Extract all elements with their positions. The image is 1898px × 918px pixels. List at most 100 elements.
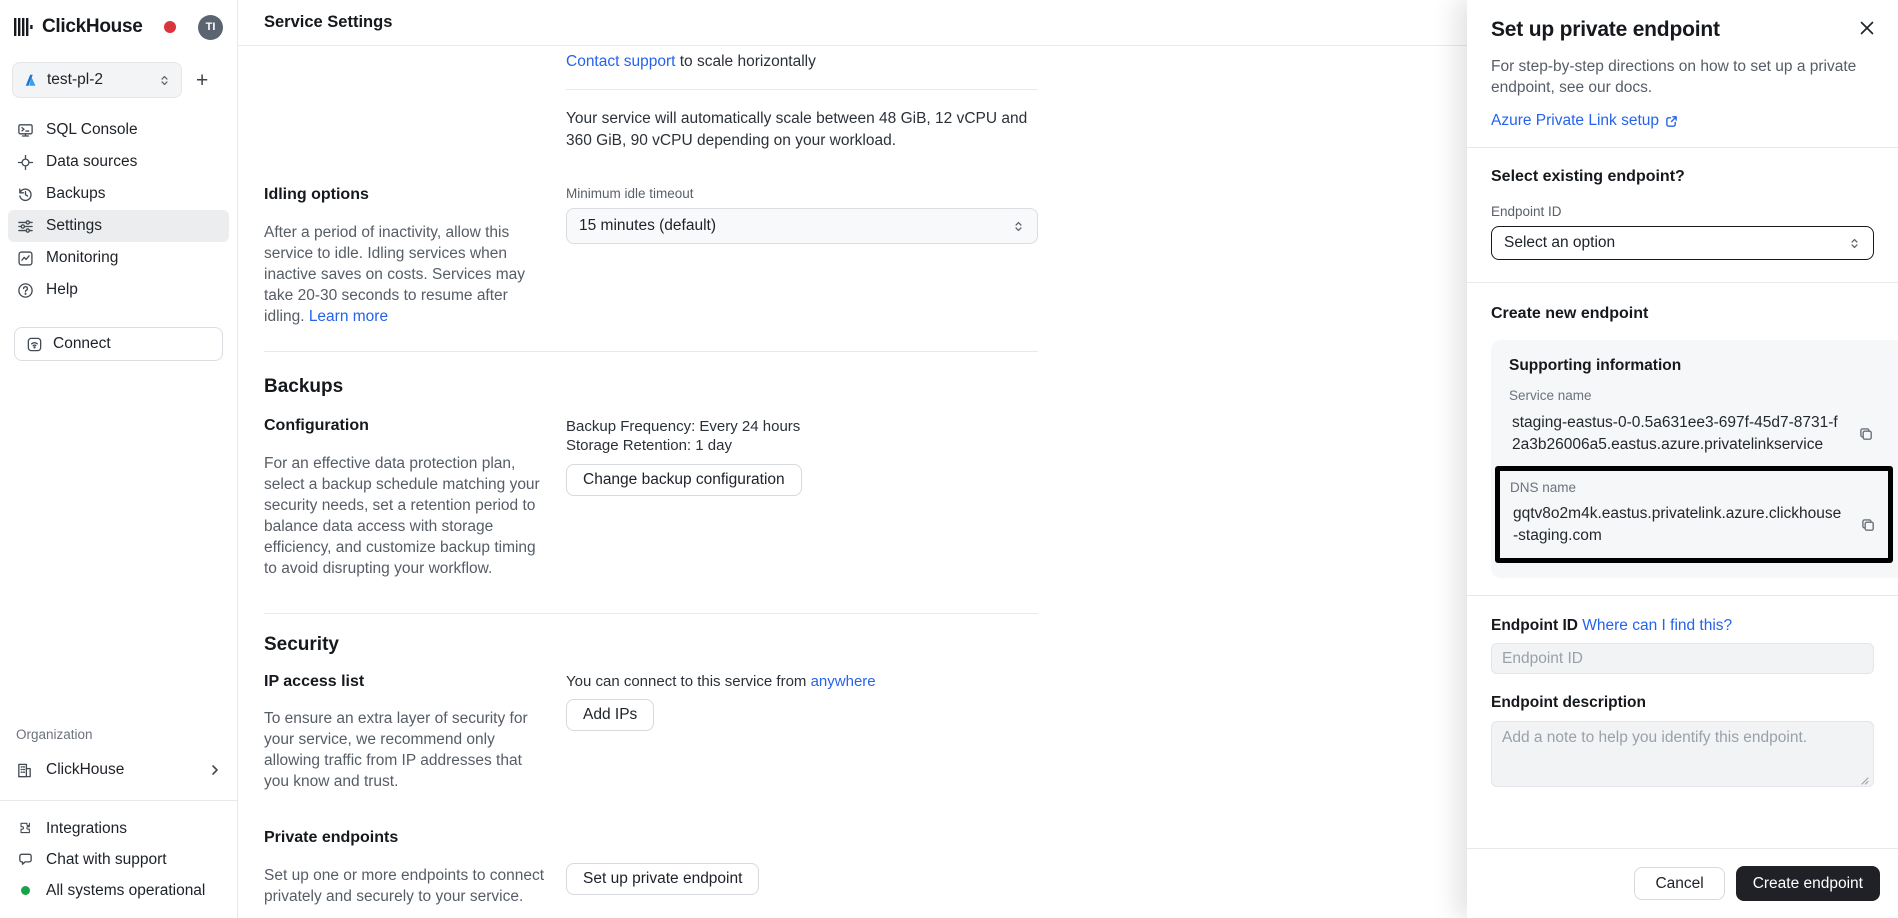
service-name-label: Service name: [1509, 388, 1880, 403]
supporting-information-box: Supporting information Service name stag…: [1491, 340, 1898, 578]
cancel-button[interactable]: Cancel: [1634, 867, 1724, 900]
integrations-item[interactable]: Integrations: [0, 813, 237, 844]
backup-config-title: Configuration: [264, 417, 548, 435]
sidebar-item-label: Help: [46, 281, 78, 299]
connect-button[interactable]: Connect: [14, 327, 223, 361]
create-new-endpoint-title: Create new endpoint: [1491, 305, 1874, 323]
dns-annotation-box: DNS name gqtv8o2m4k.eastus.privatelink.a…: [1495, 466, 1893, 563]
idling-description: After a period of inactivity, allow this…: [264, 224, 525, 325]
sidebar-item-backups[interactable]: Backups: [8, 178, 229, 210]
close-icon[interactable]: [1856, 17, 1878, 39]
change-backup-configuration-button[interactable]: Change backup configuration: [566, 464, 802, 496]
contact-support-suffix: to scale horizontally: [680, 53, 816, 70]
service-selector[interactable]: test-pl-2: [12, 62, 182, 98]
page-title: Service Settings: [264, 13, 392, 32]
panel-divider: [1467, 282, 1898, 283]
settings-icon: [16, 218, 34, 235]
idling-row: Idling options After a period of inactiv…: [264, 186, 1038, 327]
copy-icon[interactable]: [1858, 426, 1874, 442]
sidebar-item-data-sources[interactable]: Data sources: [8, 146, 229, 178]
setup-private-endpoint-panel: Set up private endpoint For step-by-step…: [1467, 0, 1898, 918]
sidebar-divider: [0, 800, 237, 801]
idle-timeout-label: Minimum idle timeout: [566, 186, 1038, 201]
sidebar-item-settings[interactable]: Settings: [8, 210, 229, 242]
record-dot-icon: [164, 21, 176, 33]
row-divider: [566, 89, 1038, 90]
sidebar-item-label: SQL Console: [46, 121, 138, 139]
panel-footer: Cancel Create endpoint: [1467, 848, 1898, 918]
panel-divider: [1467, 147, 1898, 148]
endpoint-description-textarea[interactable]: [1491, 721, 1874, 787]
backup-frequency: Backup Frequency: Every 24 hours: [566, 417, 1038, 436]
azure-private-link-setup-link[interactable]: Azure Private Link setup: [1491, 112, 1659, 130]
private-endpoints-row: Private endpoints Set up one or more end…: [264, 829, 1038, 907]
chat-icon: [16, 851, 34, 868]
chat-with-support-item[interactable]: Chat with support: [0, 844, 237, 875]
connect-label: Connect: [53, 335, 111, 353]
organization-item[interactable]: ClickHouse: [0, 754, 237, 786]
sidebar-item-label: Backups: [46, 185, 105, 203]
endpoint-id-input[interactable]: [1491, 643, 1874, 674]
sidebar-item-monitoring[interactable]: Monitoring: [8, 242, 229, 274]
external-link-icon: [1665, 115, 1678, 128]
where-can-i-find-this-link[interactable]: Where can I find this?: [1582, 617, 1732, 634]
backups-row: Configuration For an effective data prot…: [264, 417, 1038, 579]
service-name-value: staging-eastus-0-0.5a631ee3-697f-45d7-87…: [1509, 412, 1844, 455]
sidebar-item-sql-console[interactable]: SQL Console: [8, 114, 229, 146]
private-endpoints-title: Private endpoints: [264, 829, 548, 847]
connect-icon: [26, 336, 43, 353]
backups-section-title: Backups: [264, 376, 1038, 398]
status-green-dot: [16, 886, 34, 895]
idling-title: Idling options: [264, 186, 548, 204]
panel-divider: [1467, 595, 1898, 596]
contact-support-link[interactable]: Contact support: [566, 53, 675, 70]
panel-title: Set up private endpoint: [1491, 18, 1856, 42]
section-divider: [264, 613, 1038, 614]
system-status-label: All systems operational: [46, 882, 205, 900]
sql-console-icon: [16, 122, 34, 139]
chat-with-support-label: Chat with support: [46, 851, 167, 869]
learn-more-link[interactable]: Learn more: [309, 308, 388, 325]
avatar[interactable]: TI: [198, 15, 223, 40]
main-header: Service Settings: [238, 0, 1467, 46]
ip-access-title: IP access list: [264, 673, 548, 691]
create-endpoint-button[interactable]: Create endpoint: [1736, 866, 1880, 901]
service-name: test-pl-2: [47, 71, 158, 89]
anywhere-link[interactable]: anywhere: [811, 673, 876, 690]
add-ips-button[interactable]: Add IPs: [566, 699, 654, 731]
sidebar-nav: SQL Console Data sources Backups Setting…: [0, 114, 237, 306]
chevron-updown-icon: [1848, 237, 1861, 250]
security-section-title: Security: [264, 634, 1038, 656]
data-sources-icon: [16, 154, 34, 171]
sidebar-item-label: Settings: [46, 217, 102, 235]
idle-timeout-select[interactable]: 15 minutes (default): [566, 208, 1038, 244]
help-icon: [16, 282, 34, 299]
sidebar-bottom: Organization ClickHouse Integrations Cha…: [0, 727, 237, 906]
connect-from-text: You can connect to this service from: [566, 673, 806, 690]
sidebar-item-label: Monitoring: [46, 249, 118, 267]
setup-private-endpoint-button[interactable]: Set up private endpoint: [566, 863, 759, 895]
system-status-item[interactable]: All systems operational: [0, 875, 237, 906]
private-endpoints-description: Set up one or more endpoints to connect …: [264, 865, 548, 907]
organization-label: Organization: [0, 727, 237, 742]
panel-intro: For step-by-step directions on how to se…: [1491, 56, 1874, 98]
existing-endpoint-id-label: Endpoint ID: [1491, 204, 1874, 219]
scaling-row: Contact support to scale horizontally Yo…: [264, 46, 1038, 152]
chevron-right-icon: [209, 764, 221, 776]
backup-retention: Storage Retention: 1 day: [566, 436, 1038, 455]
add-service-button[interactable]: +: [196, 70, 208, 91]
sidebar-item-help[interactable]: Help: [8, 274, 229, 306]
copy-icon[interactable]: [1860, 517, 1876, 533]
building-icon: [16, 762, 34, 779]
endpoint-id-select[interactable]: Select an option: [1491, 226, 1874, 260]
auto-scale-text: Your service will automatically scale be…: [566, 108, 1038, 152]
sidebar: ClickHouse TI test-pl-2 + SQL Console: [0, 0, 238, 918]
integrations-label: Integrations: [46, 820, 127, 838]
puzzle-icon: [16, 820, 34, 837]
new-endpoint-id-label: Endpoint ID: [1491, 617, 1578, 634]
select-existing-title: Select existing endpoint?: [1491, 168, 1874, 186]
section-divider: [264, 351, 1038, 352]
idle-timeout-value: 15 minutes (default): [579, 217, 1012, 235]
endpoint-id-select-value: Select an option: [1504, 234, 1848, 252]
main-content: Service Settings Contact support to scal…: [238, 0, 1467, 918]
